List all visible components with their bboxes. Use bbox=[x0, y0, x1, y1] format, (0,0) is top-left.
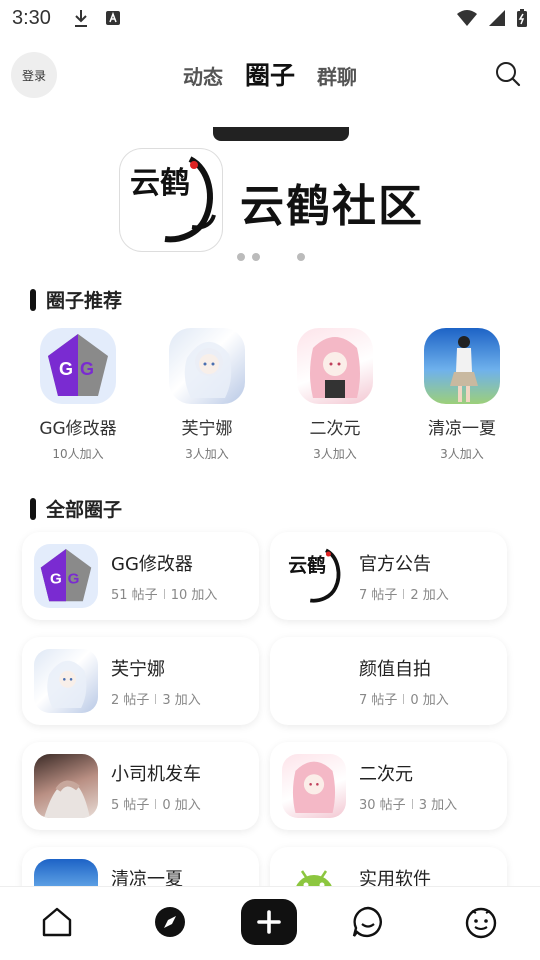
recommend-title-text: 圈子推荐 bbox=[46, 290, 123, 312]
message-icon[interactable] bbox=[351, 905, 385, 939]
recommend-list: G G GG修改器 10人加入 芙宁娜 3人加入 二次元 3人加入 清凉一夏 3… bbox=[0, 328, 540, 468]
tab-bar: 动态 圈子 群聊 bbox=[0, 56, 540, 92]
blank-avatar bbox=[282, 649, 346, 713]
face-icon[interactable] bbox=[464, 905, 498, 939]
anime-girl-blue-avatar bbox=[169, 328, 245, 404]
circle-posts: 51 帖子 bbox=[111, 588, 158, 603]
circle-card[interactable]: GG GG修改器 51 帖子 10 加入 bbox=[22, 532, 259, 620]
recommend-item-summer[interactable]: 清凉一夏 3人加入 bbox=[402, 328, 522, 462]
recommend-item-count: 10人加入 bbox=[52, 447, 104, 461]
all-circles-title-text: 全部圈子 bbox=[46, 499, 123, 521]
recommend-item-count: 3人加入 bbox=[185, 447, 229, 461]
carousel-dots bbox=[0, 253, 540, 263]
summer-photo-avatar bbox=[424, 328, 500, 404]
gg-logo-avatar: G G bbox=[40, 328, 116, 404]
status-bar: 3:30 bbox=[0, 0, 540, 36]
svg-text:云鹤: 云鹤 bbox=[288, 554, 326, 577]
circle-joins: 0 加入 bbox=[162, 798, 201, 813]
add-post-button[interactable] bbox=[241, 899, 297, 945]
recommend-item-name: GG修改器 bbox=[39, 419, 117, 439]
circle-card[interactable]: 云鹤 官方公告 7 帖子 2 加入 bbox=[270, 532, 507, 620]
title-accent-bar bbox=[30, 288, 36, 311]
meta-divider bbox=[403, 693, 405, 704]
circle-card[interactable]: 小司机发车 5 帖子 0 加入 bbox=[22, 742, 259, 830]
bottom-nav bbox=[0, 886, 540, 960]
circle-posts: 7 帖子 bbox=[359, 693, 398, 708]
circle-meta: 30 帖子 3 加入 bbox=[359, 794, 457, 813]
recommend-item-name: 芙宁娜 bbox=[181, 419, 233, 439]
recommend-item-count: 3人加入 bbox=[313, 447, 357, 461]
tab-circles[interactable]: 圈子 bbox=[245, 56, 295, 92]
circle-name: 芙宁娜 bbox=[111, 659, 165, 680]
status-time: 3:30 bbox=[12, 6, 51, 29]
anime-girl-blue-avatar bbox=[34, 649, 98, 713]
search-icon[interactable] bbox=[494, 60, 522, 88]
circle-joins: 3 加入 bbox=[418, 798, 458, 813]
recommend-item-furina[interactable]: 芙宁娜 3人加入 bbox=[147, 328, 267, 462]
recommend-item-count: 3人加入 bbox=[440, 447, 484, 461]
recommend-item-name: 清凉一夏 bbox=[428, 419, 496, 439]
recommend-item-acg[interactable]: 二次元 3人加入 bbox=[275, 328, 395, 462]
banner-logo: 云鹤 bbox=[120, 149, 222, 251]
circle-posts: 7 帖子 bbox=[359, 588, 398, 603]
circle-meta: 7 帖子 0 加入 bbox=[359, 689, 449, 708]
circle-meta: 5 帖子 0 加入 bbox=[111, 794, 201, 813]
anime-girl-pink-avatar bbox=[282, 754, 346, 818]
translate-icon bbox=[105, 11, 120, 25]
circle-joins: 10 加入 bbox=[170, 588, 218, 603]
circle-meta: 2 帖子 3 加入 bbox=[111, 689, 201, 708]
svg-text:G: G bbox=[68, 571, 80, 588]
meta-divider bbox=[163, 588, 165, 599]
anime-girl-pink-avatar bbox=[297, 328, 373, 404]
circle-card[interactable]: 颜值自拍 7 帖子 0 加入 bbox=[270, 637, 507, 725]
recommend-item-name: 二次元 bbox=[309, 419, 361, 439]
top-bar: 登录 动态 圈子 群聊 bbox=[0, 48, 540, 104]
circle-card[interactable]: 二次元 30 帖子 3 加入 bbox=[270, 742, 507, 830]
carousel-dot[interactable] bbox=[297, 253, 305, 261]
banner-prev-slide-edge bbox=[213, 127, 349, 141]
circle-meta: 7 帖子 2 加入 bbox=[359, 584, 449, 603]
svg-text:云鹤: 云鹤 bbox=[130, 166, 190, 201]
photo-avatar bbox=[34, 754, 98, 818]
circle-joins: 0 加入 bbox=[410, 693, 449, 708]
recommend-item-gg[interactable]: G G GG修改器 10人加入 bbox=[18, 328, 138, 462]
circle-joins: 2 加入 bbox=[410, 588, 449, 603]
circle-posts: 30 帖子 bbox=[359, 798, 406, 813]
meta-divider bbox=[411, 798, 413, 809]
meta-divider bbox=[155, 798, 157, 809]
circle-joins: 3 加入 bbox=[162, 693, 201, 708]
circle-name: 颜值自拍 bbox=[359, 659, 431, 680]
circle-name: GG修改器 bbox=[111, 554, 193, 575]
tab-dynamic[interactable]: 动态 bbox=[183, 61, 223, 90]
circle-name: 官方公告 bbox=[359, 554, 431, 575]
download-icon bbox=[74, 10, 87, 27]
svg-text:G: G bbox=[80, 359, 94, 379]
all-circles-section-title: 全部圈子 bbox=[30, 495, 122, 522]
carousel-dot[interactable] bbox=[237, 253, 245, 261]
circle-name: 小司机发车 bbox=[111, 764, 201, 785]
signal-icon bbox=[489, 10, 505, 26]
recommend-section-title: 圈子推荐 bbox=[30, 286, 122, 313]
banner-title: 云鹤社区 bbox=[240, 181, 424, 232]
carousel-dot[interactable] bbox=[252, 253, 260, 261]
circle-meta: 51 帖子 10 加入 bbox=[111, 584, 217, 603]
banner-carousel[interactable]: 云鹤 云鹤社区 bbox=[0, 125, 540, 265]
circle-posts: 2 帖子 bbox=[111, 693, 150, 708]
wifi-icon bbox=[457, 10, 477, 26]
add-icon bbox=[257, 910, 281, 934]
crane-logo-avatar: 云鹤 bbox=[282, 544, 346, 608]
circle-card[interactable]: 芙宁娜 2 帖子 3 加入 bbox=[22, 637, 259, 725]
meta-divider bbox=[403, 588, 405, 599]
compass-icon[interactable] bbox=[153, 905, 187, 939]
gg-logo-avatar: GG bbox=[34, 544, 98, 608]
circle-name: 二次元 bbox=[359, 764, 413, 785]
title-accent-bar bbox=[30, 497, 36, 520]
home-icon[interactable] bbox=[40, 905, 74, 939]
circle-posts: 5 帖子 bbox=[111, 798, 150, 813]
meta-divider bbox=[155, 693, 157, 704]
svg-text:G: G bbox=[59, 359, 73, 379]
svg-text:G: G bbox=[50, 571, 62, 588]
tab-group-chat[interactable]: 群聊 bbox=[317, 61, 357, 90]
battery-icon bbox=[517, 9, 527, 27]
